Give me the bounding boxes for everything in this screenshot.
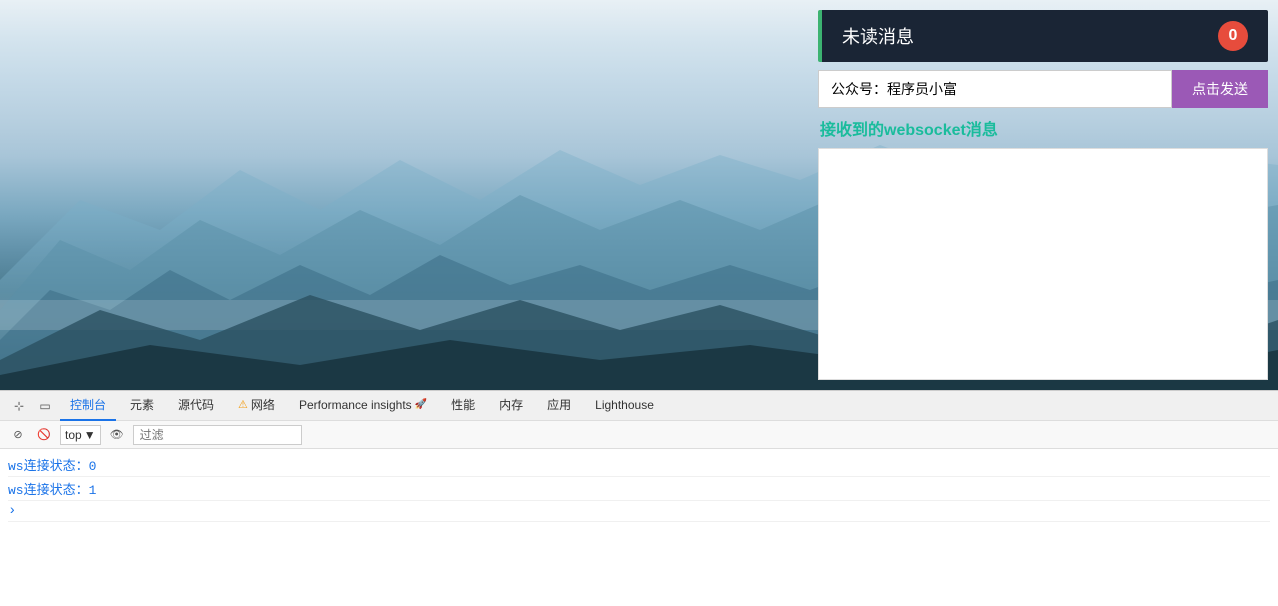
unread-messages-bar: 未读消息 0 xyxy=(818,10,1268,62)
tab-sources[interactable]: 源代码 xyxy=(168,391,224,421)
tab-performance-insights[interactable]: Performance insights 🚀 xyxy=(289,391,437,421)
context-label: top xyxy=(65,428,82,442)
tab-application[interactable]: 应用 xyxy=(537,391,581,421)
right-panel: 未读消息 0 点击发送 接收到的websocket消息 xyxy=(808,0,1278,390)
console-prompt-arrow: › xyxy=(8,503,16,519)
console-prompt-line: › xyxy=(8,501,1270,522)
tab-console[interactable]: 控制台 xyxy=(60,391,116,421)
devtools-tabs-bar: ⊹ ▭ 控制台 元素 源代码 ⚠ 网络 Performance insights… xyxy=(0,391,1278,421)
unread-count-badge: 0 xyxy=(1218,21,1248,51)
received-messages-label: 接收到的websocket消息 xyxy=(818,116,1268,140)
console-line-text: ws连接状态：1 xyxy=(8,479,96,498)
tab-lighthouse[interactable]: Lighthouse xyxy=(585,391,664,421)
page-background: 未读消息 0 点击发送 接收到的websocket消息 xyxy=(0,0,1278,390)
console-stop-icon[interactable]: ⊘ xyxy=(8,425,28,445)
context-chevron-icon: ▼ xyxy=(84,428,96,442)
tab-network[interactable]: ⚠ 网络 xyxy=(228,391,285,421)
network-warning-icon: ⚠ xyxy=(238,398,248,411)
devtools-console-content: ws连接状态：0 ws连接状态：1 › xyxy=(0,449,1278,606)
devtools-panel: ⊹ ▭ 控制台 元素 源代码 ⚠ 网络 Performance insights… xyxy=(0,390,1278,606)
devtools-device-icon[interactable]: ▭ xyxy=(34,395,56,417)
performance-insights-rocket-icon: 🚀 xyxy=(415,399,427,410)
tab-elements[interactable]: 元素 xyxy=(120,391,164,421)
filter-input[interactable] xyxy=(133,425,302,445)
tab-performance[interactable]: 性能 xyxy=(441,391,485,421)
eye-icon[interactable]: 👁 xyxy=(107,425,127,445)
console-line-text: ws连接状态：0 xyxy=(8,455,96,474)
unread-title: 未读消息 xyxy=(842,23,914,49)
tab-memory[interactable]: 内存 xyxy=(489,391,533,421)
received-messages-area[interactable] xyxy=(818,148,1268,380)
devtools-inspect-icon[interactable]: ⊹ xyxy=(8,395,30,417)
message-input-row: 点击发送 xyxy=(818,70,1268,108)
devtools-console-toolbar: ⊘ 🚫 top ▼ 👁 xyxy=(0,421,1278,449)
message-input[interactable] xyxy=(818,70,1172,108)
console-line-ws-0: ws连接状态：0 xyxy=(8,453,1270,477)
console-line-ws-1: ws连接状态：1 xyxy=(8,477,1270,501)
send-button[interactable]: 点击发送 xyxy=(1172,70,1268,108)
console-clear-icon[interactable]: 🚫 xyxy=(34,425,54,445)
context-selector[interactable]: top ▼ xyxy=(60,425,101,445)
